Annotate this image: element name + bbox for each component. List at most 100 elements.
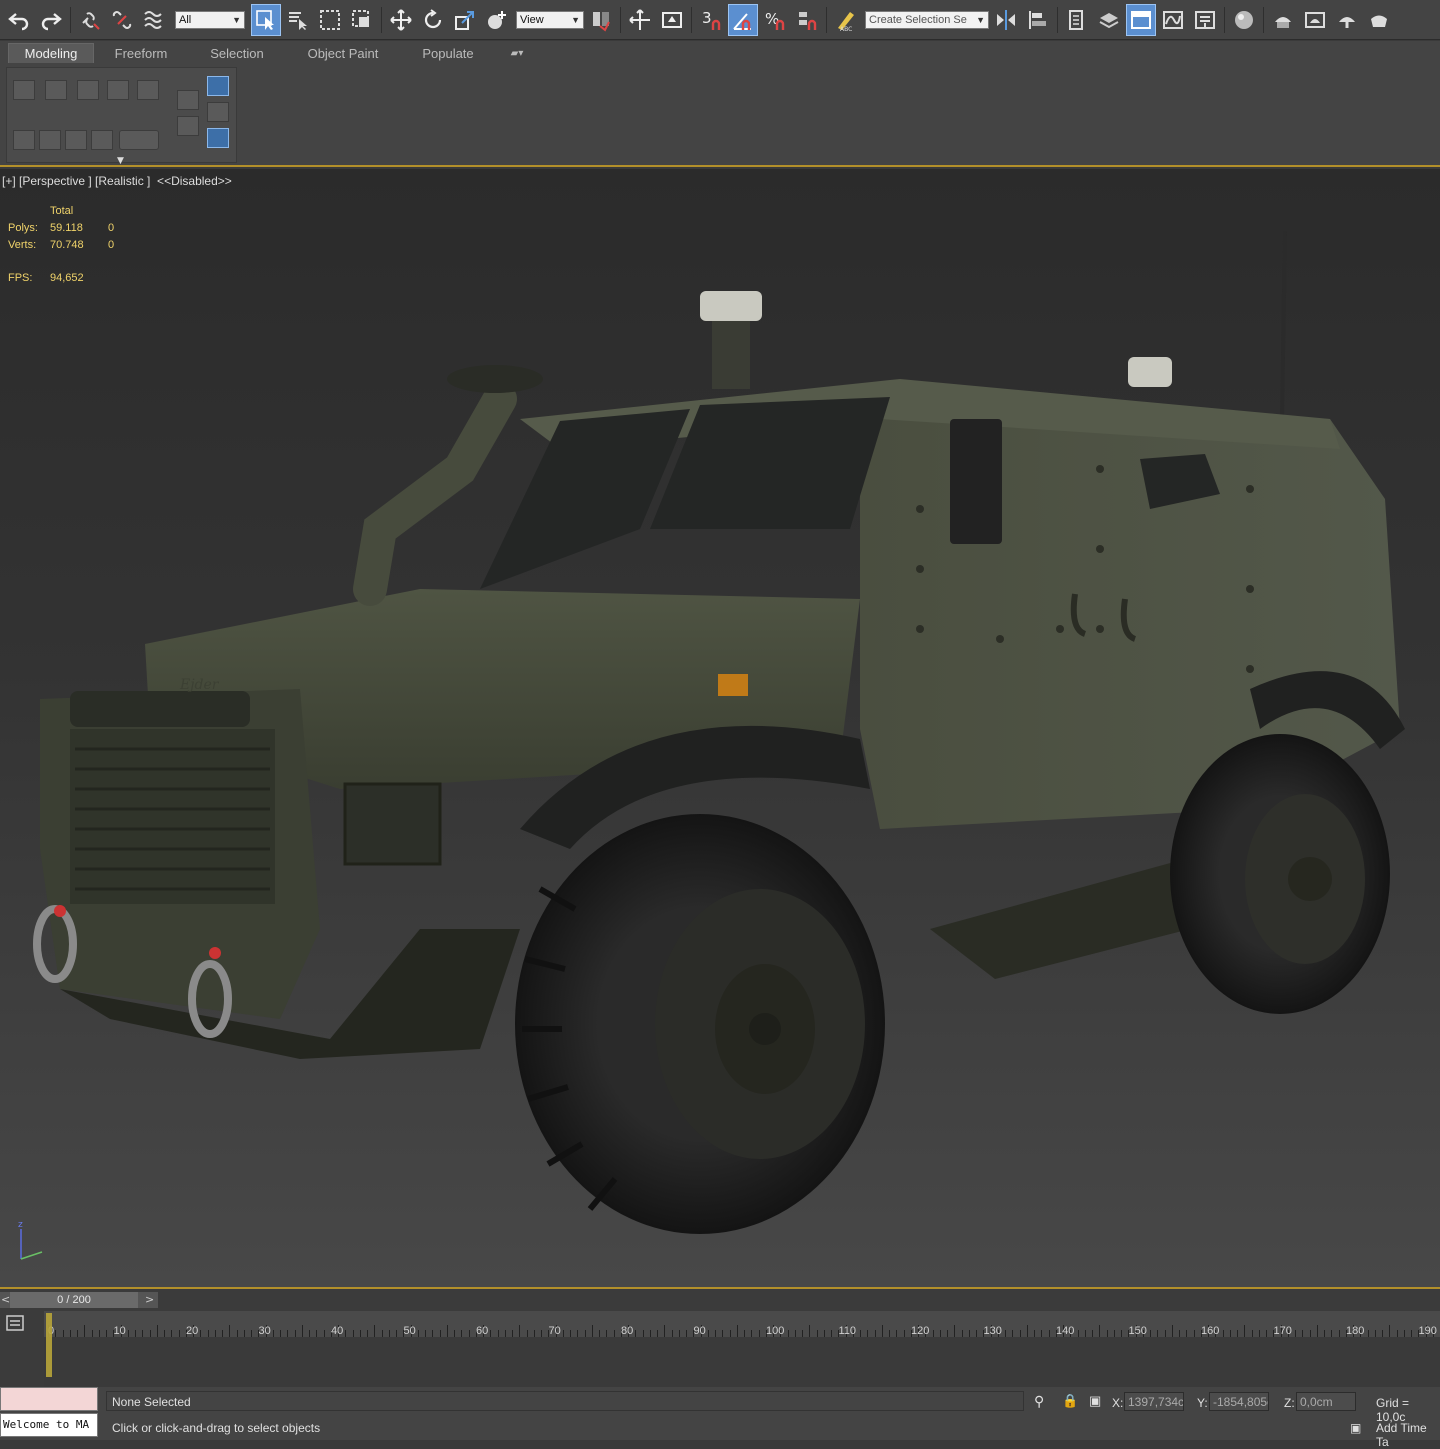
select-manipulate-icon[interactable] bbox=[482, 4, 512, 36]
pin-stack-icon[interactable] bbox=[207, 76, 229, 96]
maxscript-listener-input[interactable] bbox=[0, 1387, 98, 1411]
shrink-selection-icon[interactable] bbox=[65, 130, 87, 150]
ruler-tick bbox=[497, 1330, 499, 1337]
ruler-tick bbox=[947, 1330, 948, 1337]
rotate-icon[interactable] bbox=[418, 4, 448, 36]
time-slider[interactable]: < 0 / 200 > bbox=[0, 1292, 158, 1308]
ruler-tick bbox=[889, 1330, 890, 1337]
render-setup-icon[interactable] bbox=[1268, 4, 1298, 36]
layer-explorer-icon[interactable] bbox=[1062, 4, 1092, 36]
grow-selection-icon[interactable] bbox=[91, 130, 113, 150]
ruler-tick bbox=[896, 1330, 898, 1337]
redo-icon[interactable] bbox=[36, 4, 66, 36]
ruler-tick bbox=[156, 1325, 158, 1337]
prev-modifier-icon[interactable] bbox=[13, 130, 35, 150]
bind-space-warp-icon[interactable] bbox=[139, 4, 169, 36]
layer-manager-icon[interactable] bbox=[1094, 4, 1124, 36]
ruler-tick bbox=[352, 1330, 354, 1337]
track-bar[interactable]: 0102030405060708090100110120130140150160… bbox=[44, 1311, 1440, 1387]
snap-2-5-icon[interactable]: 3 bbox=[696, 4, 726, 36]
reference-coordinate-dropdown[interactable]: View ▼ bbox=[516, 10, 584, 29]
rectangular-region-icon[interactable] bbox=[315, 4, 345, 36]
unlink-icon[interactable] bbox=[107, 4, 137, 36]
tab-selection[interactable]: Selection bbox=[200, 43, 274, 63]
toggle-ribbon-icon[interactable] bbox=[1126, 3, 1156, 36]
tab-object-paint[interactable]: Object Paint bbox=[296, 43, 390, 63]
align-icon[interactable] bbox=[1023, 4, 1053, 36]
ruler-tick bbox=[541, 1330, 542, 1337]
next-modifier-icon[interactable] bbox=[39, 130, 61, 150]
ruler-tick bbox=[468, 1330, 470, 1337]
isolate-selection-icon[interactable]: ⚲ bbox=[1034, 1393, 1044, 1410]
material-editor-icon[interactable] bbox=[1229, 4, 1259, 36]
x-coord-field[interactable]: 1397,734c bbox=[1124, 1392, 1184, 1411]
collapse-stack-icon[interactable] bbox=[177, 116, 199, 136]
ruler-tick bbox=[751, 1330, 753, 1337]
move-icon[interactable] bbox=[386, 4, 416, 36]
ruler-tick bbox=[678, 1330, 680, 1337]
ring-loop-icon[interactable] bbox=[119, 130, 159, 150]
angle-snap-icon[interactable] bbox=[728, 3, 758, 36]
tab-populate[interactable]: Populate bbox=[412, 43, 484, 63]
z-coord-field[interactable]: 0,0cm bbox=[1296, 1392, 1356, 1411]
link-icon[interactable] bbox=[75, 4, 105, 36]
ruler-tick bbox=[1295, 1330, 1296, 1337]
time-tag-icon[interactable]: ▣ bbox=[1350, 1421, 1361, 1435]
select-object-icon[interactable] bbox=[251, 3, 281, 36]
mirror-icon[interactable] bbox=[991, 4, 1021, 36]
element-mode-icon[interactable] bbox=[137, 80, 159, 100]
ruler-tick bbox=[1411, 1330, 1412, 1337]
ruler-tick bbox=[388, 1330, 390, 1337]
curve-editor-icon[interactable] bbox=[1158, 4, 1188, 36]
absolute-mode-transform-icon[interactable]: ▣ bbox=[1089, 1393, 1101, 1409]
show-end-result-icon[interactable] bbox=[207, 102, 229, 122]
teapot-render-icon[interactable] bbox=[1364, 4, 1394, 36]
grid-size: Grid = 10,0c bbox=[1376, 1396, 1410, 1424]
vertex-mode-icon[interactable] bbox=[13, 80, 35, 100]
tab-freeform[interactable]: Freeform bbox=[104, 43, 178, 63]
ruler-tick bbox=[222, 1330, 223, 1337]
percent-snap-icon[interactable]: % bbox=[760, 4, 790, 36]
armored-vehicle-model[interactable]: Ejder z bbox=[0, 169, 1440, 1287]
ruler-tick bbox=[1251, 1330, 1253, 1337]
time-slider-knob[interactable]: 0 / 200 bbox=[10, 1292, 138, 1308]
time-slider-next-icon[interactable]: > bbox=[145, 1293, 154, 1306]
polygon-mode-icon[interactable] bbox=[107, 80, 129, 100]
add-time-tag-button[interactable]: Add Time Ta bbox=[1376, 1421, 1440, 1449]
selection-filter-dropdown[interactable]: All ▼ bbox=[175, 10, 245, 29]
ruler-tick bbox=[91, 1330, 93, 1337]
selection-lock-icon[interactable]: 🔒 bbox=[1062, 1393, 1078, 1409]
render-icon[interactable] bbox=[1332, 4, 1362, 36]
time-configuration-icon[interactable] bbox=[4, 1313, 26, 1333]
perspective-viewport[interactable]: [+] [Perspective ] [Realistic ] <<Disabl… bbox=[0, 169, 1440, 1287]
undo-icon[interactable] bbox=[4, 4, 34, 36]
ruler-tick bbox=[1382, 1330, 1383, 1337]
window-crossing-icon[interactable] bbox=[347, 4, 377, 36]
named-selection-set-dropdown[interactable]: Create Selection Se ▼ bbox=[865, 10, 989, 29]
scale-icon[interactable] bbox=[450, 4, 480, 36]
y-coord-field[interactable]: -1854,805c bbox=[1209, 1392, 1269, 1411]
maxscript-listener-output[interactable]: Welcome to MA bbox=[0, 1413, 98, 1437]
keyboard-shortcut-override-icon[interactable] bbox=[625, 4, 655, 36]
edit-named-selection-icon[interactable]: ABC bbox=[831, 4, 861, 36]
ribbon-expand-icon[interactable]: ▼ bbox=[117, 156, 124, 166]
ruler-tick bbox=[1302, 1330, 1304, 1337]
ribbon-options-icon[interactable]: ▰▾ bbox=[502, 43, 532, 63]
tab-modeling[interactable]: Modeling bbox=[8, 43, 94, 63]
time-slider-prev-icon[interactable]: < bbox=[1, 1293, 10, 1306]
border-mode-icon[interactable] bbox=[77, 80, 99, 100]
reference-move-icon[interactable] bbox=[657, 4, 687, 36]
ruler-tick bbox=[1244, 1325, 1246, 1337]
frame-ruler[interactable]: 0102030405060708090100110120130140150160… bbox=[44, 1311, 1440, 1337]
make-unique-icon[interactable] bbox=[207, 128, 229, 148]
playhead[interactable] bbox=[46, 1313, 52, 1377]
schematic-view-icon[interactable] bbox=[1190, 4, 1220, 36]
ruler-tick bbox=[1171, 1325, 1173, 1337]
pivot-icon[interactable] bbox=[586, 4, 616, 36]
select-by-name-icon[interactable] bbox=[283, 4, 313, 36]
spinner-snap-icon[interactable] bbox=[792, 4, 822, 36]
ruler-tick bbox=[1084, 1330, 1086, 1337]
rendered-frame-window-icon[interactable] bbox=[1300, 4, 1330, 36]
modify-mode-icon[interactable] bbox=[177, 90, 199, 110]
edge-mode-icon[interactable] bbox=[45, 80, 67, 100]
